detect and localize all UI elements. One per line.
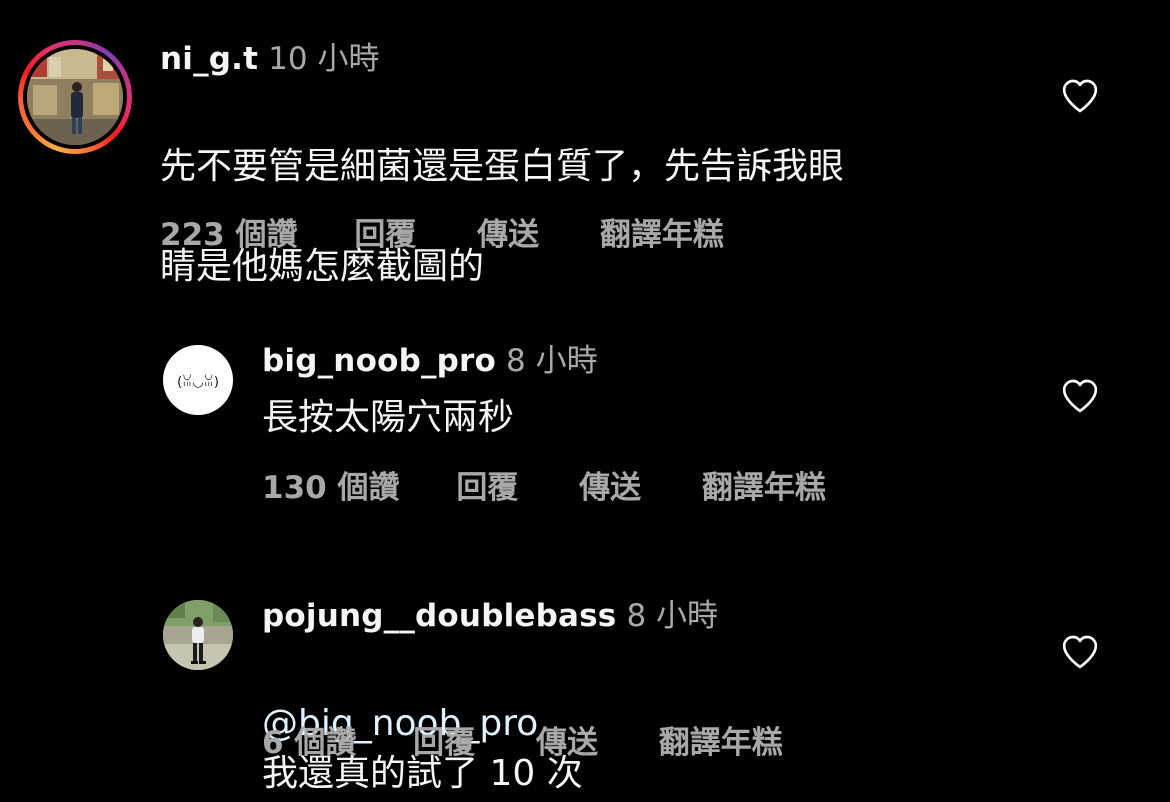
comment-actions: 130 個讚 回覆 傳送 翻譯年糕: [262, 468, 826, 508]
comment-item: ni_g.t 10 小時 先不要管是細菌還是蛋白質了，先告訴我眼 睛是他媽怎麼截圖…: [0, 40, 1170, 287]
avatar[interactable]: [27, 49, 123, 145]
send-button[interactable]: 傳送: [536, 723, 598, 763]
username[interactable]: big_noob_pro: [262, 343, 496, 379]
timestamp: 10 小時: [268, 41, 380, 77]
story-ring-gap: [23, 45, 127, 149]
comment-header: pojung__doublebass 8 小時: [262, 597, 718, 635]
translate-button[interactable]: 翻譯年糕: [600, 215, 724, 255]
comment-header: ni_g.t 10 小時: [160, 40, 380, 78]
heart-icon[interactable]: [1060, 76, 1100, 116]
kaomoji-avatar-icon: (ꈍ◡ꈍ): [177, 374, 219, 390]
comment-actions: 6 個讚 回覆 傳送 翻譯年糕: [262, 723, 783, 763]
story-ring[interactable]: [18, 40, 132, 154]
avatar-face: (ꈍ◡ꈍ): [177, 374, 219, 390]
comment-text-line: 先不要管是細菌還是蛋白質了，先告訴我眼: [160, 146, 845, 187]
heart-icon[interactable]: [1060, 376, 1100, 416]
username[interactable]: ni_g.t: [160, 41, 258, 77]
heart-icon[interactable]: [1060, 632, 1100, 672]
send-button[interactable]: 傳送: [477, 215, 539, 255]
avatar[interactable]: (ꈍ◡ꈍ): [163, 345, 233, 415]
timestamp: 8 小時: [626, 598, 719, 634]
send-button[interactable]: 傳送: [579, 468, 641, 508]
reply-button[interactable]: 回覆: [413, 723, 475, 763]
timestamp: 8 小時: [506, 343, 598, 379]
like-count[interactable]: 223 個讚: [160, 215, 298, 255]
like-count[interactable]: 6 個讚: [262, 723, 356, 763]
comment-item: (ꈍ◡ꈍ) big_noob_pro 8 小時 長按太陽穴兩秒 130 個讚 回覆…: [0, 340, 1170, 520]
username[interactable]: pojung__doublebass: [262, 598, 616, 634]
avatar[interactable]: [163, 600, 233, 670]
translate-button[interactable]: 翻譯年糕: [702, 468, 826, 508]
reply-button[interactable]: 回覆: [354, 215, 416, 255]
comment-text: 長按太陽穴兩秒: [262, 397, 515, 438]
profile-photo-icon: [27, 49, 123, 145]
like-count[interactable]: 130 個讚: [262, 468, 400, 508]
comment-header: big_noob_pro 8 小時: [262, 342, 598, 380]
reply-button[interactable]: 回覆: [456, 468, 518, 508]
comment-actions: 223 個讚 回覆 傳送 翻譯年糕: [160, 215, 724, 255]
comment-item: pojung__doublebass 8 小時 @big_noob_pro 我還真…: [0, 595, 1170, 794]
translate-button[interactable]: 翻譯年糕: [659, 723, 783, 763]
profile-photo-icon: [163, 600, 233, 670]
